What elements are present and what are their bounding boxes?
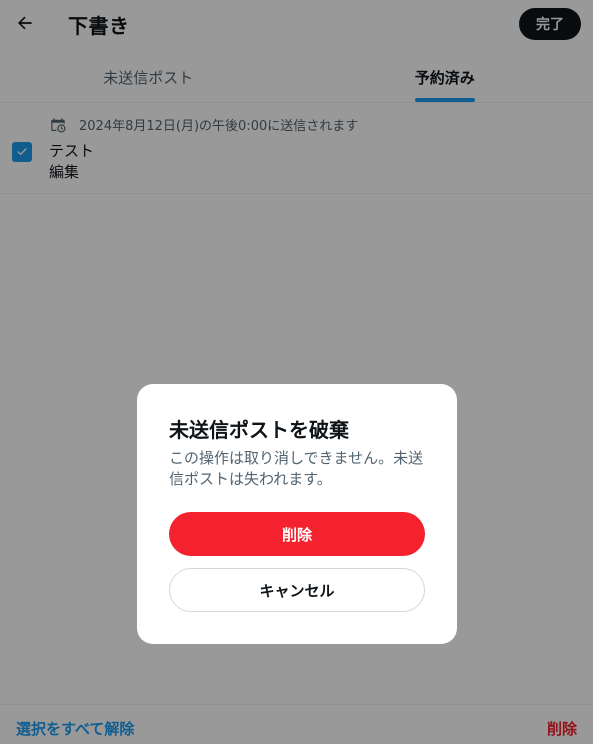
dialog-title: 未送信ポストを破棄 — [169, 418, 349, 442]
discard-dialog: 未送信ポストを破棄 この操作は取り消しできません。未送信ポストは失われます。 削… — [137, 384, 457, 644]
dialog-message: この操作は取り消しできません。未送信ポストは失われます。 — [169, 449, 424, 488]
cancel-button[interactable]: キャンセル — [169, 568, 425, 612]
drafts-page: 下書き 完了 未送信ポスト 予約済み 2024年8月12日(月)の午後0:00に… — [0, 0, 593, 744]
delete-button[interactable]: 削除 — [169, 512, 425, 556]
